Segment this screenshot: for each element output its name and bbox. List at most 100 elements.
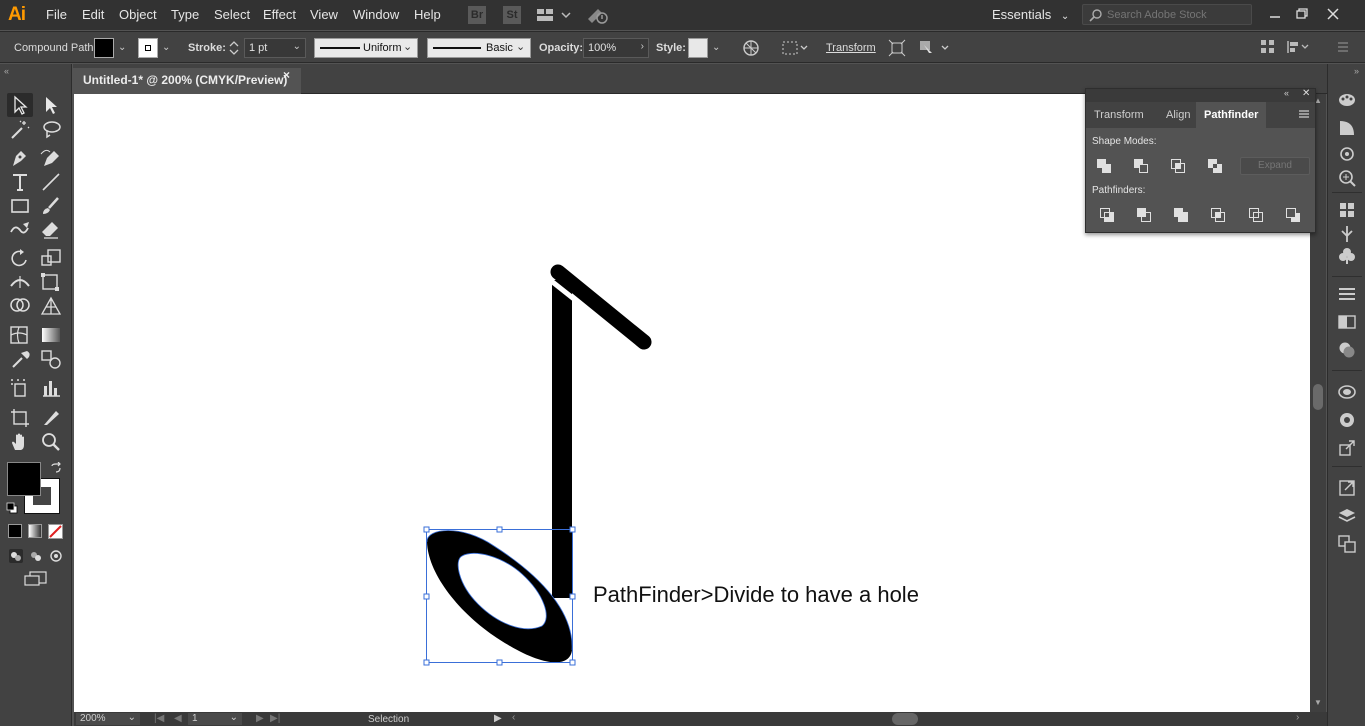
lasso-tool[interactable]	[38, 118, 64, 142]
gradient-panel-icon[interactable]	[1337, 312, 1357, 332]
gpu-performance-icon[interactable]	[586, 5, 610, 25]
trim-button[interactable]	[1135, 206, 1153, 224]
symbol-sprayer-tool[interactable]	[7, 376, 33, 400]
swatches-icon[interactable]	[1337, 200, 1357, 220]
color-mode-button[interactable]	[8, 524, 22, 538]
align-options-icon[interactable]	[1286, 39, 1310, 55]
arrange-documents-icon[interactable]	[536, 7, 572, 23]
tab-pathfinder[interactable]: Pathfinder	[1196, 102, 1267, 128]
brushes-icon[interactable]	[1337, 224, 1357, 244]
paintbrush-tool[interactable]	[38, 194, 64, 218]
appearance-panel-icon[interactable]	[1337, 382, 1357, 402]
asset-export-icon[interactable]	[1337, 438, 1357, 458]
tab-transform[interactable]: Transform	[1086, 102, 1152, 128]
curvature-tool[interactable]	[38, 146, 64, 170]
style-chevron-down-icon[interactable]: ⌄	[712, 42, 720, 53]
menu-object[interactable]: Object	[119, 7, 157, 22]
blend-tool[interactable]	[38, 347, 64, 371]
direct-selection-tool[interactable]	[38, 93, 64, 117]
mesh-tool[interactable]	[7, 323, 33, 347]
horizontal-scroll-thumb[interactable]	[892, 713, 918, 725]
stock-button[interactable]: St	[503, 6, 521, 24]
eyedropper-tool[interactable]	[7, 347, 33, 371]
expand-button[interactable]: Expand	[1240, 157, 1310, 175]
export-icon[interactable]	[1337, 478, 1357, 498]
fill-color-box[interactable]	[7, 462, 41, 496]
selection-tool[interactable]	[7, 93, 33, 117]
scroll-right-icon[interactable]: ›	[1296, 712, 1299, 723]
brush-definition-dropdown[interactable]: Basic ⌄	[427, 38, 531, 58]
scroll-down-icon[interactable]: ▼	[1314, 698, 1322, 707]
minus-front-button[interactable]	[1132, 157, 1150, 175]
opacity-field[interactable]: 100% ›	[583, 38, 649, 58]
collapse-panel-icon[interactable]: «	[1284, 88, 1289, 98]
expand-panels-icon[interactable]: »	[1354, 66, 1359, 76]
menu-view[interactable]: View	[310, 7, 338, 22]
close-panel-icon[interactable]: ✕	[1302, 88, 1310, 99]
gradient-tool[interactable]	[38, 323, 64, 347]
workspace-switcher[interactable]: Essentials ⌄	[992, 7, 1069, 22]
magic-wand-tool[interactable]	[7, 118, 33, 142]
merge-button[interactable]	[1172, 206, 1190, 224]
previous-artboard-icon[interactable]: ◀	[174, 713, 182, 724]
gradient-mode-button[interactable]	[28, 524, 42, 538]
color-panel-icon[interactable]	[1337, 90, 1357, 110]
zoom-tool[interactable]	[38, 430, 64, 454]
artboards-icon[interactable]	[1337, 534, 1357, 554]
minus-back-button[interactable]	[1284, 206, 1302, 224]
menu-select[interactable]: Select	[214, 7, 250, 22]
slice-tool[interactable]	[38, 405, 64, 429]
unite-button[interactable]	[1095, 157, 1113, 175]
draw-behind-icon[interactable]	[28, 548, 44, 564]
width-tool[interactable]	[7, 270, 33, 294]
menu-window[interactable]: Window	[353, 7, 399, 22]
menu-file[interactable]: File	[46, 7, 67, 22]
tab-align[interactable]: Align	[1158, 102, 1198, 128]
shaper-tool[interactable]	[7, 218, 33, 242]
scale-tool[interactable]	[38, 246, 64, 270]
links-icon[interactable]	[1337, 144, 1357, 164]
zoom-dropdown[interactable]: 200% ⌄	[76, 712, 140, 725]
artboard-number-field[interactable]: 1 ⌄	[188, 712, 242, 725]
stroke-panel-icon[interactable]	[1337, 284, 1357, 304]
layers-icon[interactable]	[1337, 506, 1357, 526]
symbols-icon[interactable]	[1337, 246, 1357, 266]
stroke-weight-field[interactable]: 1 pt ⌄	[244, 38, 306, 58]
exclude-button[interactable]	[1206, 157, 1224, 175]
hand-tool[interactable]	[7, 430, 33, 454]
transparency-search-icon[interactable]	[1337, 168, 1357, 188]
free-transform-tool[interactable]	[38, 270, 64, 294]
artboard-tool[interactable]	[7, 405, 33, 429]
variable-width-profile-dropdown[interactable]: Uniform ⌄	[314, 38, 418, 58]
pen-tool[interactable]	[7, 146, 33, 170]
arrange-panels-icon[interactable]	[1260, 39, 1276, 55]
rectangle-tool[interactable]	[7, 194, 33, 218]
align-to-selection-icon[interactable]	[781, 39, 809, 57]
canvas-annotation-text[interactable]: PathFinder>Divide to have a hole	[593, 582, 919, 608]
panel-menu-icon[interactable]	[1298, 109, 1310, 119]
outline-button[interactable]	[1247, 206, 1265, 224]
stroke-weight-stepper-icon[interactable]	[228, 38, 240, 58]
first-artboard-icon[interactable]: |◀	[154, 713, 164, 724]
line-segment-tool[interactable]	[38, 170, 64, 194]
default-fill-stroke-icon[interactable]	[6, 502, 18, 514]
perspective-grid-tool[interactable]	[38, 294, 64, 318]
fill-swatch[interactable]	[94, 38, 114, 58]
next-artboard-icon[interactable]: ▶	[256, 713, 264, 724]
scroll-left-icon[interactable]: ‹	[512, 712, 515, 723]
shape-builder-tool[interactable]	[7, 294, 33, 318]
menu-help[interactable]: Help	[414, 7, 441, 22]
menu-effect[interactable]: Effect	[263, 7, 296, 22]
collapse-tools-icon[interactable]: «	[4, 66, 9, 76]
close-window-button[interactable]	[1322, 4, 1344, 24]
stroke-chevron-down-icon[interactable]: ⌄	[162, 42, 170, 53]
close-tab-icon[interactable]: ×	[283, 68, 290, 82]
isolate-icon[interactable]	[888, 39, 906, 57]
swap-fill-stroke-icon[interactable]	[50, 462, 62, 474]
eraser-tool[interactable]	[38, 218, 64, 242]
draw-normal-icon[interactable]	[8, 548, 24, 564]
transparency-panel-icon[interactable]	[1337, 340, 1357, 360]
none-mode-button[interactable]	[48, 524, 63, 539]
intersect-button[interactable]	[1169, 157, 1187, 175]
fill-chevron-down-icon[interactable]: ⌄	[118, 42, 126, 53]
